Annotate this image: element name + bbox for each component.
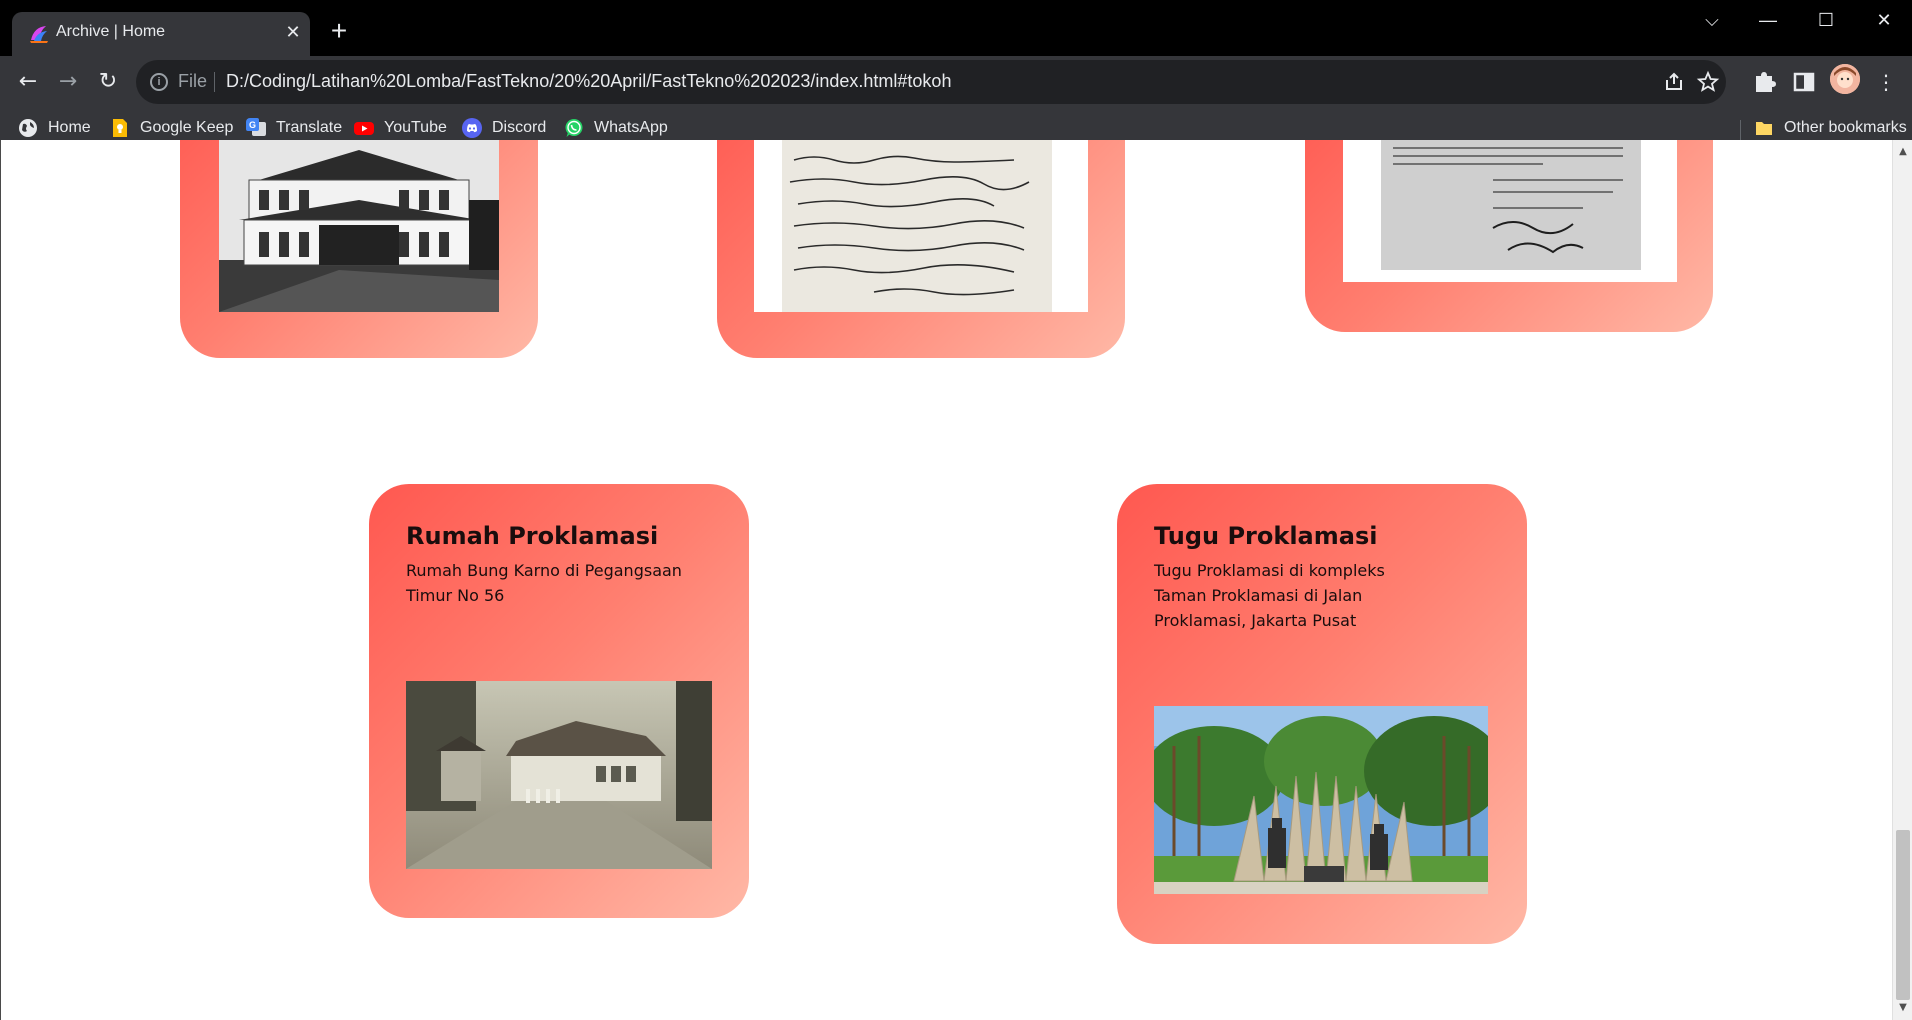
scrollbar-thumb[interactable] <box>1896 830 1910 1000</box>
naskah-handwritten-photo <box>754 140 1088 312</box>
bookmark-discord[interactable]: Discord <box>462 114 546 142</box>
reload-button[interactable]: ↻ <box>90 64 126 100</box>
gedung-photo <box>219 140 499 312</box>
page-viewport: Rumah Proklamasi Rumah Bung Karno di Peg… <box>0 140 1892 1020</box>
description-line: Timur No 56 <box>406 586 505 605</box>
scroll-down-arrow-icon[interactable]: ▼ <box>1897 1002 1909 1014</box>
rumah-proklamasi-title: Rumah Proklamasi <box>406 522 659 550</box>
tab-title: Archive | Home <box>56 23 166 40</box>
rumah-proklamasi-photo <box>406 681 712 869</box>
scroll-up-arrow-icon[interactable]: ▲ <box>1897 146 1909 158</box>
tab-close-icon[interactable]: ✕ <box>282 22 304 44</box>
forward-button[interactable]: → <box>50 64 86 100</box>
bookmarks-separator <box>1740 120 1741 140</box>
globe-icon <box>19 119 37 137</box>
description-line: Rumah Bung Karno di Pegangsaan <box>406 561 682 580</box>
old-house-photo-icon <box>406 681 712 869</box>
bookmark-google-keep[interactable]: Google Keep <box>110 114 233 142</box>
card-naskah-tulisan-tangan <box>717 140 1125 358</box>
description-line: Proklamasi, Jakarta Pusat <box>1154 611 1357 630</box>
building-photo-icon <box>219 140 499 312</box>
back-button[interactable]: ← <box>10 64 46 100</box>
rumah-proklamasi-description: Rumah Bung Karno di Pegangsaan Timur No … <box>406 558 716 608</box>
naskah-typed-photo <box>1343 140 1677 282</box>
svg-text:G: G <box>249 120 256 130</box>
bookmark-label: Google Keep <box>140 119 234 136</box>
tab-search-chevron-down-icon[interactable]: ⌵ <box>1684 0 1740 40</box>
bookmark-home[interactable]: Home <box>18 114 91 142</box>
bookmark-label: WhatsApp <box>594 119 668 136</box>
folder-icon <box>1756 122 1772 135</box>
card-gedung <box>180 140 538 358</box>
bookmark-label: Discord <box>492 119 547 136</box>
bookmark-star-icon[interactable] <box>1696 70 1720 94</box>
description-line: Taman Proklamasi di Jalan <box>1154 586 1363 605</box>
side-panel-icon[interactable] <box>1788 66 1820 98</box>
archive-favicon-icon <box>30 26 48 43</box>
other-bookmarks-label: Other bookmarks <box>1784 119 1907 136</box>
minimize-button[interactable]: — <box>1740 0 1796 40</box>
description-line: Tugu Proklamasi di kompleks <box>1154 561 1385 580</box>
google-translate-icon: G <box>246 118 266 136</box>
typed-document-icon <box>1343 140 1677 282</box>
browser-tab-active[interactable]: Archive | Home ✕ <box>12 12 310 56</box>
share-icon[interactable] <box>1662 70 1686 94</box>
bookmark-translate[interactable]: G Translate <box>246 114 342 142</box>
card-tugu-proklamasi: Tugu Proklamasi Tugu Proklamasi di kompl… <box>1117 484 1527 944</box>
tugu-proklamasi-title: Tugu Proklamasi <box>1154 522 1378 550</box>
tugu-proklamasi-description: Tugu Proklamasi di kompleks Taman Prokla… <box>1154 558 1484 633</box>
site-info-icon[interactable]: i <box>150 73 168 91</box>
profile-avatar[interactable] <box>1830 64 1860 94</box>
extensions-puzzle-icon[interactable] <box>1748 66 1780 98</box>
youtube-icon <box>354 122 374 135</box>
bookmark-label: Translate <box>276 119 343 136</box>
omnibox-separator <box>214 72 215 92</box>
browser-toolbar: ← → ↻ i File D:/Coding/Latihan%20Lomba/F… <box>0 56 1912 152</box>
handwritten-document-icon <box>754 140 1088 312</box>
card-rumah-proklamasi: Rumah Proklamasi Rumah Bung Karno di Peg… <box>369 484 749 918</box>
avatar-face-icon <box>1830 64 1860 94</box>
discord-icon <box>462 118 482 138</box>
url-text[interactable]: D:/Coding/Latihan%20Lomba/FastTekno/20%2… <box>226 71 951 92</box>
close-window-button[interactable]: ✕ <box>1856 0 1912 40</box>
other-bookmarks-folder[interactable]: Other bookmarks <box>1754 114 1907 142</box>
address-bar[interactable]: i File D:/Coding/Latihan%20Lomba/FastTek… <box>136 60 1726 104</box>
bookmark-youtube[interactable]: YouTube <box>354 114 447 142</box>
page-scrollbar[interactable]: ▲ ▼ <box>1892 140 1912 1020</box>
maximize-button[interactable]: ☐ <box>1798 0 1854 40</box>
bookmark-whatsapp[interactable]: WhatsApp <box>564 114 668 142</box>
new-tab-button[interactable]: + <box>324 16 354 46</box>
tugu-proklamasi-photo <box>1154 706 1488 894</box>
card-naskah-ketikan <box>1305 140 1713 332</box>
bookmark-label: Home <box>48 119 91 136</box>
monument-photo-icon <box>1154 706 1488 894</box>
google-keep-icon <box>113 119 127 137</box>
file-scheme-label: File <box>178 71 208 91</box>
whatsapp-icon <box>565 119 583 137</box>
more-menu-icon[interactable]: ⋮ <box>1870 66 1902 98</box>
bookmark-label: YouTube <box>384 119 447 136</box>
title-bar: Archive | Home ✕ + ⌵ — ☐ ✕ <box>0 0 1912 56</box>
